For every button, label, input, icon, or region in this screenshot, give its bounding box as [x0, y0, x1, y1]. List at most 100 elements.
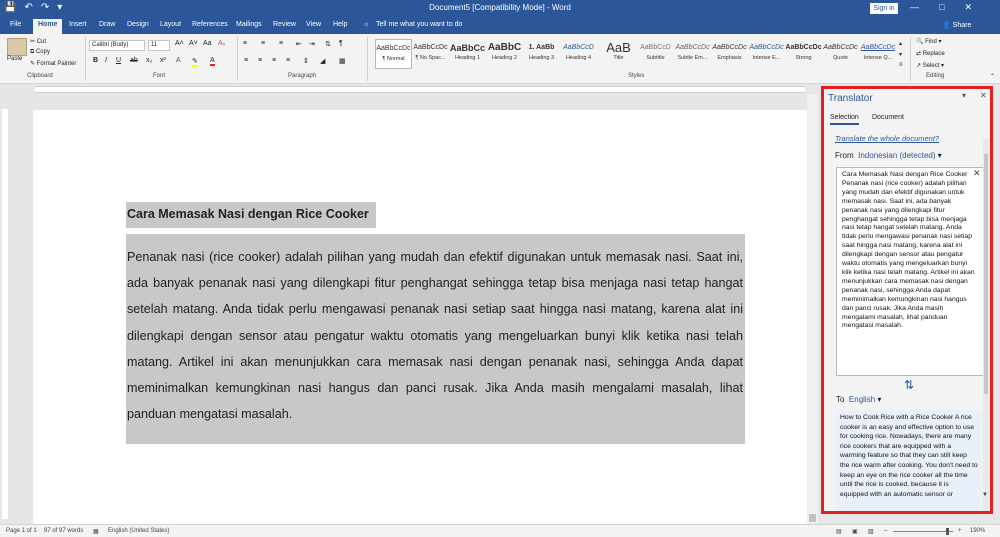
tab-document[interactable]: Document	[872, 114, 904, 121]
scrollbar-thumb[interactable]	[809, 514, 816, 522]
shading-icon[interactable]: ◢	[320, 57, 325, 65]
print-layout-icon[interactable]: ▣	[852, 528, 858, 535]
vertical-ruler[interactable]	[0, 94, 9, 524]
clear-source-icon[interactable]: ✕	[973, 168, 981, 179]
highlight-icon[interactable]: ✎	[192, 57, 198, 67]
style-strong[interactable]: AaBbCcDc Strong	[785, 39, 822, 69]
copy-button[interactable]: ⧉ Copy	[30, 49, 50, 56]
clear-formatting-icon[interactable]: A₅	[218, 40, 226, 47]
italic-button[interactable]: I	[105, 57, 107, 64]
close-icon[interactable]: ✕	[964, 2, 972, 13]
from-language-selector[interactable]: From Indonesian (detected) ▾	[835, 151, 942, 160]
style-intense-quote[interactable]: AaBbCcDc Intense Q...	[859, 39, 897, 69]
zoom-in-icon[interactable]: +	[958, 528, 962, 534]
multilevel-list-icon[interactable]: ≡	[279, 40, 283, 47]
pane-scrollbar-thumb[interactable]	[984, 154, 988, 394]
translate-document-link[interactable]: Translate the whole document?	[835, 134, 939, 143]
document-page[interactable]: Cara Memasak Nasi dengan Rice Cooker Pen…	[33, 110, 807, 524]
styles-more-icon[interactable]: ≡	[899, 62, 903, 68]
shrink-font-icon[interactable]: A˅	[189, 40, 198, 47]
web-layout-icon[interactable]: ▧	[868, 528, 874, 535]
tab-insert[interactable]: Insert	[69, 21, 87, 28]
tab-draw[interactable]: Draw	[99, 21, 115, 28]
document-paragraph[interactable]: Penanak nasi (rice cooker) adalah piliha…	[127, 244, 743, 427]
numbering-icon[interactable]: ≡	[261, 40, 265, 47]
page-count[interactable]: Page 1 of 1	[6, 528, 37, 534]
language-status[interactable]: English (United States)	[108, 528, 169, 534]
style-normal[interactable]: AaBbCcDc ¶ Normal	[375, 39, 412, 69]
style-intense-emphasis[interactable]: AaBbCcDc Intense E...	[748, 39, 785, 69]
find-button[interactable]: 🔍 Find ▾	[916, 38, 942, 45]
font-color-icon[interactable]: A	[210, 57, 215, 66]
bullets-icon[interactable]: ≡	[243, 40, 247, 47]
tab-view[interactable]: View	[306, 21, 321, 28]
tab-review[interactable]: Review	[273, 21, 296, 28]
tab-home[interactable]: Home	[33, 19, 63, 34]
text-effects-icon[interactable]: A	[176, 57, 181, 64]
zoom-out-icon[interactable]: –	[884, 528, 887, 534]
paste-button[interactable]: Paste	[7, 56, 22, 62]
superscript-button[interactable]: x²	[160, 57, 166, 64]
strikethrough-button[interactable]: ab	[130, 57, 138, 64]
bold-button[interactable]: B	[93, 57, 98, 64]
share-button[interactable]: 👤 Share	[942, 21, 971, 29]
underline-button[interactable]: U	[116, 57, 121, 64]
change-case-icon[interactable]: Aa	[203, 40, 212, 47]
tell-me-box[interactable]: Tell me what you want to do	[376, 21, 462, 28]
collapse-ribbon-icon[interactable]: ⌃	[990, 73, 995, 80]
style-no-spacing[interactable]: AaBbCcDc ¶ No Spac...	[412, 39, 449, 69]
maximize-icon[interactable]: □	[939, 2, 944, 13]
tab-file[interactable]: File	[10, 21, 21, 28]
sign-in-button[interactable]: Sign in	[870, 3, 898, 14]
style-title[interactable]: AaB Title	[600, 39, 637, 69]
pane-options-icon[interactable]: ▾	[962, 91, 966, 100]
pane-scroll-down-icon[interactable]: ▼	[982, 492, 988, 498]
justify-icon[interactable]: ≡	[286, 57, 290, 64]
style-heading-4[interactable]: AaBbCcD Heading 4	[560, 39, 597, 69]
show-marks-icon[interactable]: ¶	[339, 40, 343, 47]
styles-scroll-up-icon[interactable]: ▴	[899, 40, 902, 47]
font-name-select[interactable]: Calibri (Body)	[89, 40, 145, 51]
zoom-slider-thumb[interactable]	[946, 528, 949, 535]
style-heading-3[interactable]: 1. AaBb Heading 3	[523, 39, 560, 69]
zoom-level[interactable]: 190%	[970, 528, 985, 534]
format-painter-button[interactable]: ✎ Format Painter	[30, 60, 76, 67]
align-center-icon[interactable]: ≡	[258, 57, 262, 64]
style-emphasis[interactable]: AaBbCcDc Emphasis	[711, 39, 748, 69]
align-left-icon[interactable]: ≡	[244, 57, 248, 64]
subscript-button[interactable]: x₂	[146, 57, 152, 64]
grow-font-icon[interactable]: A˄	[175, 40, 184, 47]
to-language-selector[interactable]: To English ▾	[836, 395, 881, 404]
select-button[interactable]: ↗ Select ▾	[916, 62, 944, 69]
font-size-select[interactable]: 11	[148, 40, 170, 51]
tab-layout[interactable]: Layout	[160, 21, 181, 28]
minimize-icon[interactable]: —	[910, 2, 919, 13]
zoom-slider[interactable]	[893, 531, 953, 532]
proofing-icon[interactable]: ▦	[93, 528, 99, 535]
close-pane-icon[interactable]: ✕	[980, 91, 987, 100]
document-heading[interactable]: Cara Memasak Nasi dengan Rice Cooker	[127, 207, 369, 221]
style-heading-1[interactable]: AaBbCc Heading 1	[449, 39, 486, 69]
swap-languages-icon[interactable]: ⇅	[904, 378, 914, 392]
read-mode-icon[interactable]: ▤	[836, 528, 842, 535]
style-quote[interactable]: AaBbCcDc Quote	[822, 39, 859, 69]
vertical-scrollbar[interactable]	[807, 94, 818, 524]
borders-icon[interactable]: ▦	[339, 57, 346, 65]
source-text-box[interactable]: Cara Memasak Nasi dengan Rice Cooker Pen…	[836, 167, 984, 376]
style-subtle-emphasis[interactable]: AaBbCcDc Subtle Em...	[674, 39, 711, 69]
tab-selection[interactable]: Selection	[830, 114, 859, 125]
sort-icon[interactable]: ⇅	[325, 40, 331, 48]
style-subtitle[interactable]: AaBbCcD Subtitle	[637, 39, 674, 69]
align-right-icon[interactable]: ≡	[272, 57, 276, 64]
pane-scrollbar[interactable]	[983, 139, 989, 511]
horizontal-ruler[interactable]	[0, 85, 818, 94]
tab-references[interactable]: References	[192, 21, 228, 28]
decrease-indent-icon[interactable]: ⇤	[296, 40, 302, 48]
replace-button[interactable]: ⇄ Replace	[916, 50, 945, 57]
increase-indent-icon[interactable]: ⇥	[309, 40, 315, 48]
tab-design[interactable]: Design	[127, 21, 149, 28]
style-heading-2[interactable]: AaBbC Heading 2	[486, 39, 523, 69]
tab-help[interactable]: Help	[333, 21, 347, 28]
tab-mailings[interactable]: Mailings	[236, 21, 262, 28]
word-count[interactable]: 97 of 97 words	[44, 528, 83, 534]
